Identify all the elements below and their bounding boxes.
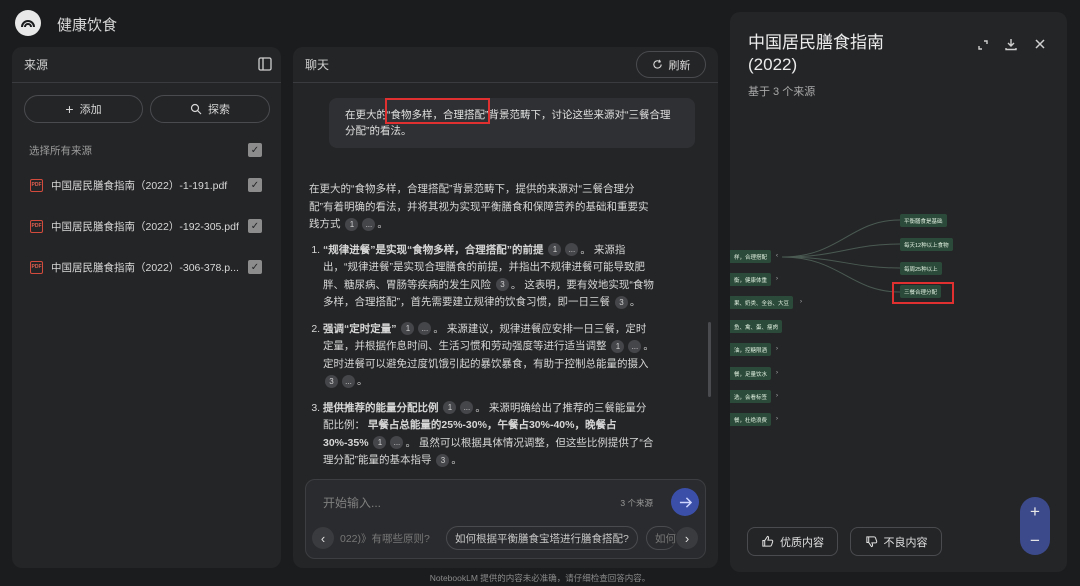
citation-chip[interactable]: 3	[436, 453, 450, 467]
notebook-title[interactable]: 健康饮食	[57, 14, 117, 35]
suggestion-prev-button[interactable]: ‹	[312, 527, 334, 549]
source-name: 中国居民膳食指南（2022）-1-191.pdf	[51, 179, 228, 192]
more-citations-chip[interactable]: ...	[565, 243, 579, 257]
citation-chip[interactable]: 1	[548, 243, 562, 257]
suggestion-next-button[interactable]: ›	[676, 527, 698, 549]
mindmap-highlight-box	[892, 282, 954, 304]
chevron-right-icon[interactable]: ›	[776, 370, 778, 376]
mindmap-node[interactable]: 每天12种以上食物	[900, 238, 953, 251]
top-bar: 健康饮食	[0, 0, 720, 46]
more-citations-chip[interactable]: ...	[628, 339, 642, 353]
citation-chip[interactable]: 1	[401, 322, 415, 336]
select-all-label: 选择所有来源	[29, 145, 92, 157]
send-arrow-icon	[679, 496, 692, 508]
more-citations-chip[interactable]: ...	[362, 217, 376, 231]
mindmap-node[interactable]: 油，控糖限酒	[730, 343, 772, 356]
chevron-right-icon[interactable]: ›	[776, 416, 778, 422]
source-item[interactable]: PDF 中国居民膳食指南（2022）-1-191.pdf	[30, 176, 227, 194]
source-name: 中国居民膳食指南（2022）-192-305.pdf	[51, 220, 239, 233]
bad-content-button[interactable]: 不良内容	[850, 527, 942, 556]
mindmap-node[interactable]: 选，会看标签	[730, 390, 772, 403]
citation-chip[interactable]: 3	[614, 295, 628, 309]
highlight-box	[385, 98, 490, 124]
mindmap-node[interactable]: 平衡膳食是基础	[900, 214, 947, 227]
zoom-control: + −	[1020, 497, 1050, 555]
add-source-button[interactable]: + 添加	[24, 95, 143, 123]
more-citations-chip[interactable]: ...	[390, 436, 404, 450]
plus-icon: +	[65, 101, 74, 117]
sources-title: 来源	[24, 58, 49, 72]
source-checkbox[interactable]: ✓	[248, 178, 262, 192]
more-citations-chip[interactable]: ...	[342, 374, 355, 388]
source-item[interactable]: PDF 中国居民膳食指南（2022）-306-378.p...	[30, 258, 239, 276]
chat-input[interactable]: 开始输入...	[323, 494, 381, 511]
zoom-out-button[interactable]: −	[1030, 531, 1040, 551]
chevron-right-icon: ›	[684, 530, 690, 546]
pdf-icon: PDF	[30, 219, 43, 233]
more-citations-chip[interactable]: ...	[460, 401, 474, 415]
zoom-in-button[interactable]: +	[1030, 502, 1040, 522]
chat-panel: 聊天 刷新 在更大的“食物多样，合理搭配”背景范畴下，讨论这些来源对“三餐合理分…	[293, 47, 718, 568]
chevron-left-icon[interactable]: ‹	[776, 253, 778, 259]
citation-chip[interactable]: 1	[611, 339, 625, 353]
mindmap-panel: 中国居民膳食指南 (2022) 基于 3 个来源 平衡膳食是基础 每天12种以上…	[730, 12, 1067, 572]
select-all-checkbox[interactable]: ✓	[248, 143, 262, 157]
chat-scrollbar[interactable]	[708, 322, 711, 397]
assistant-response: 在更大的“食物多样，合理搭配”背景范畴下，提供的来源对“三餐合理分配”有着明确的…	[309, 181, 654, 479]
pdf-icon: PDF	[30, 178, 43, 192]
user-message: 在更大的“食物多样，合理搭配”背景范畴下，讨论这些来源对“三餐合理分配”的看法。	[329, 98, 695, 148]
citation-chip[interactable]: 3	[495, 278, 509, 292]
response-intro: 在更大的“食物多样，合理搭配”背景范畴下，提供的来源对“三餐合理分配”有着明确的…	[309, 183, 649, 230]
response-point: 强调“定时定量” 1...。 来源建议，规律进餐应安排一日三餐，定时定量，并根据…	[323, 321, 654, 391]
chat-header: 聊天 刷新	[293, 47, 718, 83]
chevron-left-icon: ‹	[320, 530, 326, 546]
disclaimer-footer: NotebookLM 提供的内容未必准确，请仔细检查回答内容。	[429, 573, 651, 583]
mindmap-node[interactable]: 果、奶类、全谷、大豆	[730, 296, 794, 309]
more-citations-chip[interactable]: ...	[418, 322, 432, 336]
send-button[interactable]	[671, 488, 699, 516]
source-count: 3 个来源	[620, 498, 653, 508]
thumbs-up-icon	[762, 535, 774, 547]
chevron-right-icon[interactable]: ›	[776, 276, 778, 282]
search-sparkle-icon	[190, 103, 202, 115]
sources-header: 来源	[12, 47, 281, 83]
source-checkbox[interactable]: ✓	[248, 219, 262, 233]
source-name: 中国居民膳食指南（2022）-306-378.p...	[51, 261, 239, 274]
chat-title: 聊天	[305, 58, 330, 72]
source-item[interactable]: PDF 中国居民膳食指南（2022）-192-305.pdf	[30, 217, 239, 235]
mindmap-node[interactable]: 样，合理搭配	[730, 250, 772, 263]
suggestion-chip[interactable]: 如何根据平衡膳食宝塔进行膳食搭配?	[446, 526, 638, 550]
chevron-right-icon[interactable]: ›	[776, 346, 778, 352]
citation-chip[interactable]: 1	[345, 217, 359, 231]
notebooklm-logo[interactable]	[15, 10, 41, 36]
mindmap-node[interactable]: 鱼、禽、蛋、瘦肉	[730, 320, 783, 333]
chat-input-box: 开始输入... 3 个来源 022)》有哪些原则? 如何根据平衡膳食宝塔进行膳食…	[305, 479, 706, 559]
chevron-right-icon[interactable]: ›	[776, 393, 778, 399]
collapse-panel-icon[interactable]	[257, 56, 273, 72]
mindmap-node[interactable]: 衡，健康体重	[730, 273, 772, 286]
citation-chip[interactable]: 1	[443, 401, 457, 415]
mindmap-node[interactable]: 每周25种以上	[900, 262, 942, 275]
mindmap-node[interactable]: 餐，杜绝浪费	[730, 413, 772, 426]
refresh-icon	[652, 59, 662, 69]
refresh-button[interactable]: 刷新	[636, 51, 706, 78]
chevron-right-icon[interactable]: ›	[776, 323, 778, 329]
suggestion-chip[interactable]: 022)》有哪些原则?	[332, 526, 440, 550]
thumbs-down-icon	[865, 536, 877, 548]
chevron-right-icon[interactable]: ›	[800, 299, 802, 305]
source-checkbox[interactable]: ✓	[248, 260, 262, 274]
sources-panel: 来源 + 添加 探索 选择所有来源 ✓ PDF 中国居民膳食指南（2022）-1…	[12, 47, 281, 568]
good-content-button[interactable]: 优质内容	[747, 527, 838, 556]
response-point: “规律进餐”是实现“食物多样，合理搭配”的前提 1...。 来源指出，“规律进餐…	[323, 242, 654, 312]
explore-button[interactable]: 探索	[150, 95, 270, 123]
pdf-icon: PDF	[30, 260, 43, 274]
citation-chip[interactable]: 3	[325, 374, 338, 388]
suggestion-chip[interactable]: 如何	[646, 526, 676, 550]
response-point: 提供推荐的能量分配比例 1...。 来源明确给出了推荐的三餐能量分配比例： 早餐…	[323, 400, 654, 470]
mindmap-node[interactable]: 餐，足量饮水	[730, 367, 772, 380]
citation-chip[interactable]: 1	[373, 436, 387, 450]
